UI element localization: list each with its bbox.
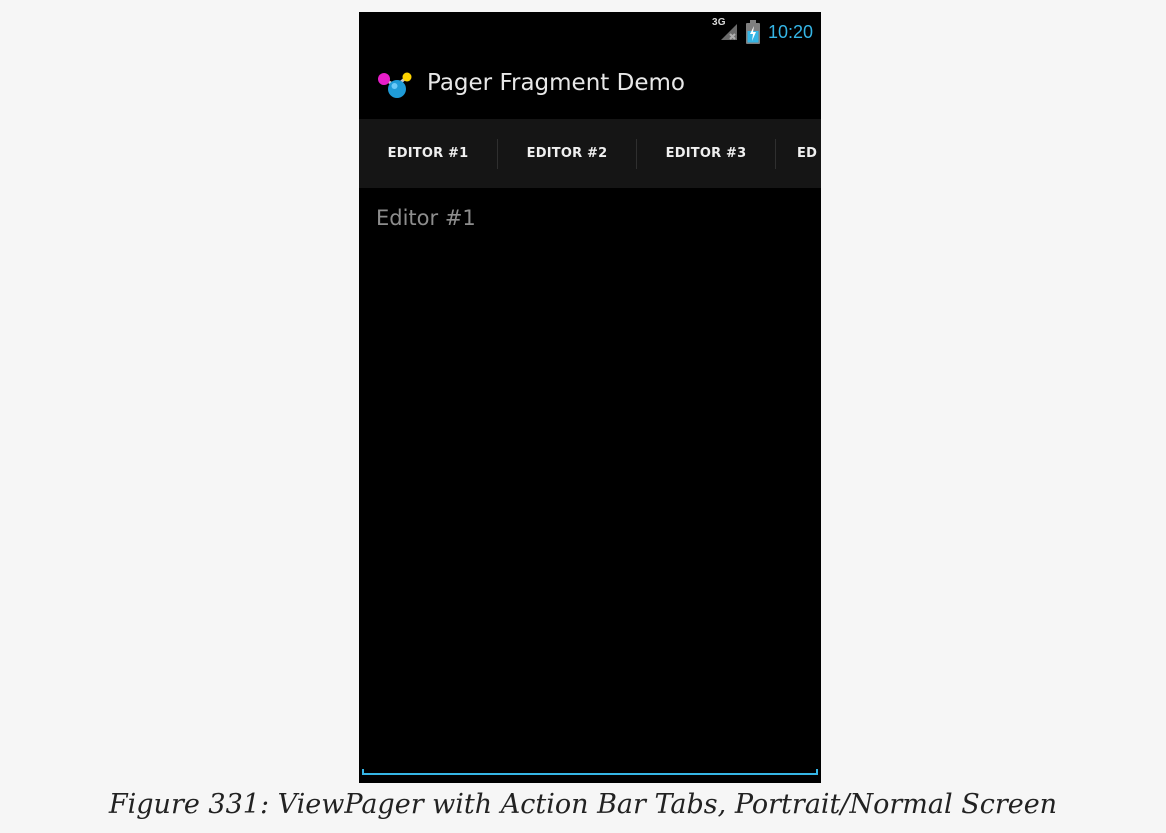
figure-caption: Figure 331: ViewPager with Action Bar Ta… <box>108 789 1058 820</box>
editor-hint: Editor #1 <box>376 206 476 230</box>
battery-charging-icon <box>745 20 760 44</box>
tab-editor-3[interactable]: EDITOR #3 <box>637 119 775 188</box>
tab-editor-4[interactable]: ED <box>776 119 821 188</box>
signal-3g-icon: 3G <box>712 17 738 41</box>
tab-bar: EDITOR #1 EDITOR #2 EDITOR #3 ED <box>359 119 821 188</box>
app-title: Pager Fragment Demo <box>427 70 685 96</box>
tab-label: EDITOR #3 <box>665 146 747 161</box>
network-type: 3G <box>711 17 726 28</box>
action-bar: Pager Fragment Demo <box>359 51 821 158</box>
status-bar: 3G 10:20 <box>359 12 821 51</box>
status-time: 10:20 <box>767 22 813 42</box>
tab-editor-2[interactable]: EDITOR #2 <box>498 119 636 188</box>
tab-label: ED <box>797 146 818 161</box>
tab-label: EDITOR #2 <box>526 146 608 161</box>
editor-underline <box>362 769 818 775</box>
tab-editor-1[interactable]: EDITOR #1 <box>359 119 497 188</box>
phone-screen: 3G 10:20 Pager Fragment Demo EDITOR #1 E… <box>359 12 821 783</box>
editor-content[interactable]: Editor #1 <box>359 188 821 783</box>
status-indicators: 3G 10:20 <box>712 17 813 44</box>
tab-label: EDITOR #1 <box>387 146 469 161</box>
molecule-app-icon[interactable] <box>376 69 416 103</box>
page: 3G 10:20 Pager Fragment Demo EDITOR #1 E… <box>0 0 1166 833</box>
